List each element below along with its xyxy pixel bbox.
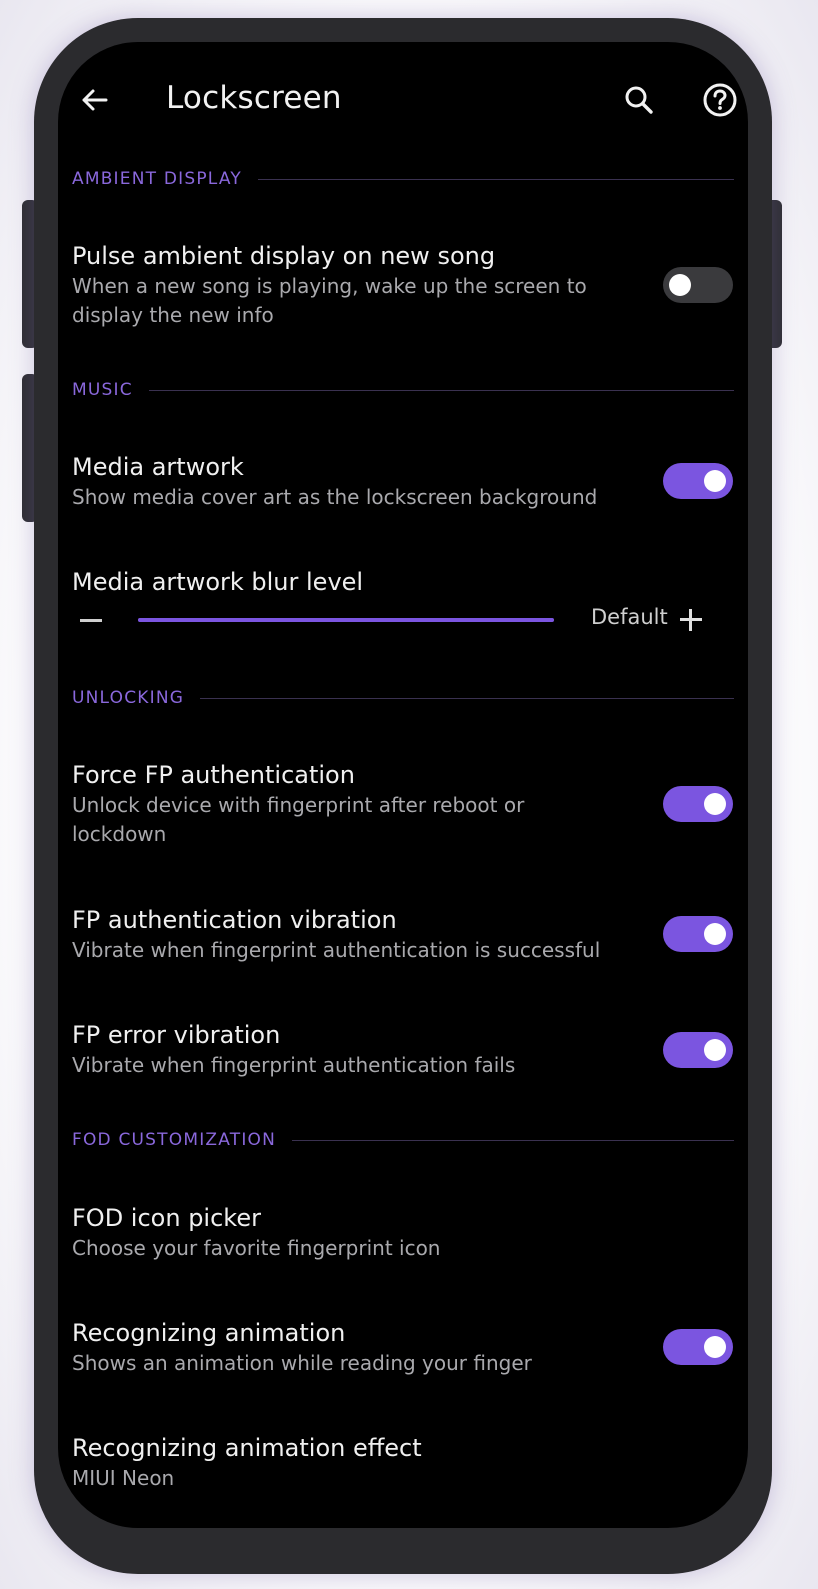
pref-title: Recognizing animation effect xyxy=(72,1434,422,1462)
section-label: FOD CUSTOMIZATION xyxy=(72,1130,277,1150)
pref-fp-error-vibration[interactable]: FP error vibration Vibrate when fingerpr… xyxy=(72,1019,672,1080)
media-artwork-toggle[interactable] xyxy=(663,463,733,499)
pref-title: FOD icon picker xyxy=(72,1204,261,1232)
force-fp-toggle[interactable] xyxy=(663,786,733,822)
pref-summary: Vibrate when fingerprint authentication … xyxy=(72,1053,516,1077)
plus-icon[interactable] xyxy=(675,604,707,636)
pref-title: Media artwork blur level xyxy=(72,568,364,596)
section-divider xyxy=(257,178,734,180)
section-header-ambient-display: AMBIENT DISPLAY xyxy=(72,164,734,194)
pref-title: Force FP authentication xyxy=(72,761,355,789)
slider-fill xyxy=(138,618,554,622)
top-app-bar: Lockscreen xyxy=(58,42,748,162)
section-label: AMBIENT DISPLAY xyxy=(72,169,242,189)
minus-icon[interactable] xyxy=(80,619,102,622)
toggle-knob xyxy=(704,1039,726,1061)
toggle-knob xyxy=(704,470,726,492)
toggle-knob xyxy=(704,923,726,945)
pref-fp-authentication-vibration[interactable]: FP authentication vibration Vibrate when… xyxy=(72,904,672,965)
search-icon xyxy=(625,86,653,114)
pref-summary: MIUI Neon xyxy=(72,1466,175,1490)
pref-force-fp-authentication[interactable]: Force FP authentication Unlock device wi… xyxy=(72,759,672,849)
pref-fod-icon-picker[interactable]: FOD icon picker Choose your favorite fin… xyxy=(72,1202,672,1263)
section-header-fod-customization: FOD CUSTOMIZATION xyxy=(72,1125,734,1155)
pref-title: FP error vibration xyxy=(72,1021,281,1049)
pref-summary: Shows an animation while reading your fi… xyxy=(72,1351,532,1375)
recognizing-animation-toggle[interactable] xyxy=(663,1329,733,1365)
pref-summary: Choose your favorite fingerprint icon xyxy=(72,1236,441,1260)
pref-title: FP authentication vibration xyxy=(72,906,397,934)
settings-screen: Lockscreen AMBIENT DISPLAY Pulse ambient… xyxy=(58,42,748,1528)
pref-summary: Unlock device with fingerprint after reb… xyxy=(72,793,525,846)
section-divider xyxy=(292,1139,734,1141)
pref-recognizing-animation-effect[interactable]: Recognizing animation effect MIUI Neon xyxy=(72,1432,672,1493)
pulse-ambient-toggle[interactable] xyxy=(663,267,733,303)
device-stage: Lockscreen AMBIENT DISPLAY Pulse ambient… xyxy=(0,0,818,1589)
blur-level-slider: Default xyxy=(72,600,712,640)
arrow-left-icon xyxy=(82,89,108,111)
pref-title: Recognizing animation xyxy=(72,1319,346,1347)
pref-media-artwork-blur: Media artwork blur level xyxy=(72,566,672,598)
pref-pulse-ambient-display[interactable]: Pulse ambient display on new song When a… xyxy=(72,240,672,330)
pref-media-artwork[interactable]: Media artwork Show media cover art as th… xyxy=(72,451,672,512)
slider-value-label: Default xyxy=(591,605,668,629)
section-header-music: MUSIC xyxy=(72,375,734,405)
search-button[interactable] xyxy=(613,74,665,126)
fp-auth-vibration-toggle[interactable] xyxy=(663,916,733,952)
help-button[interactable] xyxy=(694,74,746,126)
pref-summary: Show media cover art as the lockscreen b… xyxy=(72,485,598,509)
fp-error-vibration-toggle[interactable] xyxy=(663,1032,733,1068)
pref-title: Pulse ambient display on new song xyxy=(72,242,496,270)
section-label: MUSIC xyxy=(72,380,133,400)
toggle-knob xyxy=(669,274,691,296)
toggle-knob xyxy=(704,1336,726,1358)
back-button[interactable] xyxy=(68,74,120,126)
section-header-unlocking: UNLOCKING xyxy=(72,683,734,713)
page-title: Lockscreen xyxy=(166,80,342,116)
section-label: UNLOCKING xyxy=(72,688,185,708)
slider-track[interactable] xyxy=(138,618,554,622)
pref-summary: Vibrate when fingerprint authentication … xyxy=(72,938,601,962)
pref-recognizing-animation[interactable]: Recognizing animation Shows an animation… xyxy=(72,1317,672,1378)
toggle-knob xyxy=(704,793,726,815)
section-divider xyxy=(148,389,734,391)
section-divider xyxy=(200,697,734,699)
help-circle-icon xyxy=(703,83,737,117)
pref-summary: When a new song is playing, wake up the … xyxy=(72,274,587,327)
pref-title: Media artwork xyxy=(72,453,244,481)
